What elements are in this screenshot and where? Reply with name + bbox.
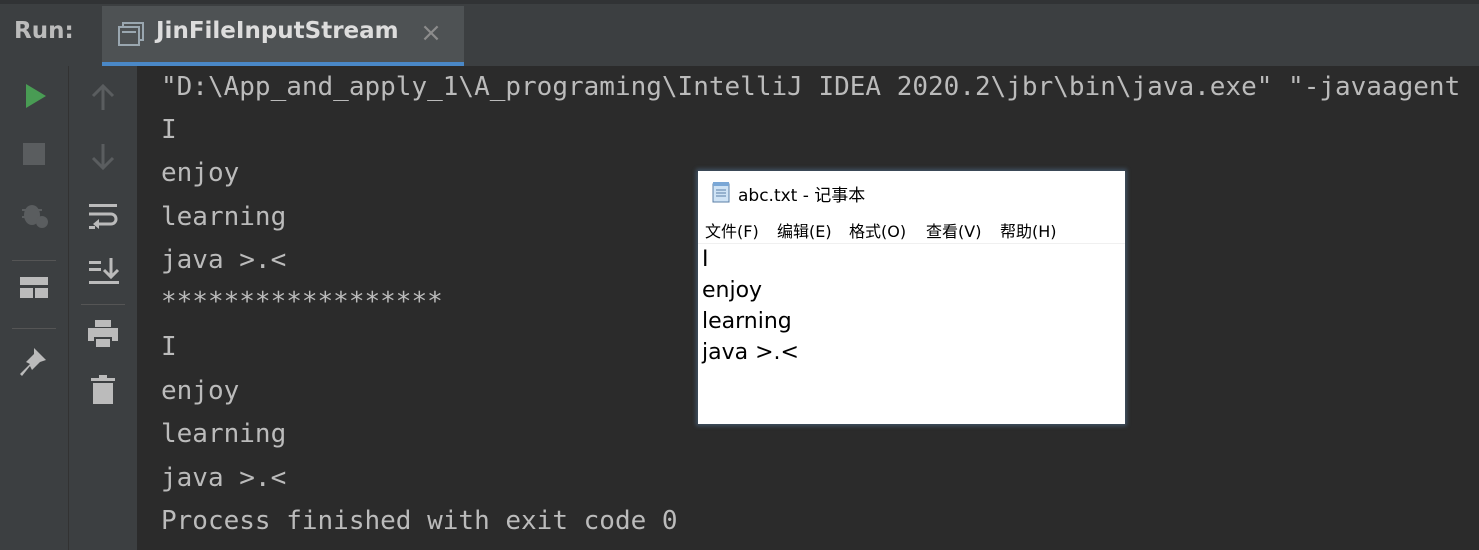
console-line: learning [161,202,287,232]
notepad-menubar: 文件(F) 编辑(E) 格式(O) 查看(V) 帮助(H) [698,215,1125,243]
trash-icon[interactable] [85,372,121,408]
console-line: enjoy [161,376,240,406]
console-line: enjoy [161,158,240,188]
toolbar-separator [12,260,56,261]
console-line: I [161,332,177,362]
console-line: java >.< [161,245,287,275]
debug-icon[interactable] [16,196,52,232]
console-line: I [161,115,177,145]
console-line: ****************** [161,287,443,317]
scroll-to-end-icon[interactable] [85,254,121,290]
run-tool-window-header: Run: JinFileInputStream × [0,0,1479,66]
close-tab-icon[interactable]: × [418,20,444,46]
menu-file[interactable]: 文件(F) [705,218,759,242]
tab-jin-file-input-stream[interactable]: JinFileInputStream × [102,6,464,66]
tab-title: JinFileInputStream [156,18,399,44]
console-line: java >.< [161,463,287,493]
console-icon [118,22,144,46]
up-arrow-icon[interactable] [85,80,121,116]
run-label: Run: [14,18,74,44]
menu-help[interactable]: 帮助(H) [1000,218,1057,242]
layout-icon[interactable] [16,270,52,306]
toolbar-separator [81,304,125,305]
notepad-window[interactable]: abc.txt - 记事本 文件(F) 编辑(E) 格式(O) 查看(V) 帮助… [698,171,1125,424]
notepad-titlebar[interactable]: abc.txt - 记事本 [698,171,1125,213]
pin-icon[interactable] [16,344,52,380]
menu-view[interactable]: 查看(V) [926,218,981,242]
run-icon[interactable] [16,78,52,114]
notepad-text-line: I [702,247,709,272]
notepad-title: abc.txt - 记事本 [738,186,866,206]
notepad-text-line: learning [702,309,792,334]
notepad-icon [712,182,730,203]
console-line: learning [161,419,287,449]
down-arrow-icon[interactable] [85,138,121,174]
window-top-strip [0,0,1479,4]
menu-format[interactable]: 格式(O) [849,218,906,242]
stop-icon[interactable] [16,136,52,172]
notepad-text-line: java >.< [702,340,799,365]
notepad-text-line: enjoy [702,278,763,303]
run-toolbar-primary [0,66,68,550]
menu-edit[interactable]: 编辑(E) [777,218,832,242]
console-line: Process finished with exit code 0 [161,506,678,536]
notepad-text-area[interactable]: I enjoy learning java >.< [698,244,1125,424]
toolbar-separator [12,328,56,329]
print-icon[interactable] [85,316,121,352]
run-toolbar-secondary [68,66,137,550]
console-line: "D:\App_and_apply_1\A_programing\Intelli… [161,72,1461,102]
soft-wrap-icon[interactable] [85,198,121,234]
